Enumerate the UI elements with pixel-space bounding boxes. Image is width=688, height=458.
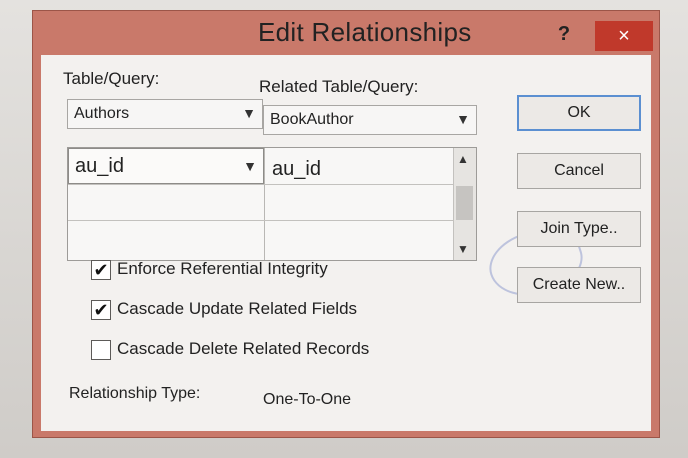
field-select-row-1[interactable]: au_id ▼ [68,148,264,184]
related-table-select[interactable]: BookAuthor ▼ [263,105,477,135]
close-button[interactable]: × [595,21,653,51]
up-arrow-icon[interactable]: ▲ [457,152,469,166]
chevron-down-icon: ▼ [456,111,470,127]
ok-button[interactable]: OK [517,95,641,131]
help-button[interactable]: ? [553,23,575,47]
edit-relationships-dialog: Edit Relationships ? × Table/Query: Rela… [32,10,660,438]
field-grid: au_id ▼ au_id ▲ ▼ [67,147,477,261]
scrollbar-thumb[interactable] [456,186,473,220]
dialog-body: Table/Query: Related Table/Query: Author… [41,55,651,431]
enforce-integrity-checkbox[interactable]: ✔ [91,260,111,280]
cascade-update-checkbox[interactable]: ✔ [91,300,111,320]
grid-row-divider [68,220,458,221]
checkmark-icon: ✔ [93,260,109,280]
checkmark-icon: ✔ [93,300,109,320]
grid-row-divider [68,184,458,185]
relationship-type-value: One-To-One [263,391,352,408]
table-select[interactable]: Authors ▼ [67,99,263,129]
chevron-down-icon: ▼ [243,158,257,174]
cascade-delete-checkbox[interactable] [91,340,111,360]
cascade-delete-label[interactable]: Cascade Delete Related Records [117,339,369,359]
join-type-button[interactable]: Join Type.. [517,211,641,247]
title-bar: Edit Relationships ? × [33,11,659,55]
enforce-integrity-label[interactable]: Enforce Referential Integrity [117,259,328,279]
down-arrow-icon[interactable]: ▼ [457,242,469,256]
grid-column-divider [264,148,265,260]
related-table-select-value: BookAuthor [270,111,354,128]
table-query-label: Table/Query: [63,69,160,88]
table-select-value: Authors [74,105,130,122]
chevron-down-icon: ▼ [242,105,256,121]
cancel-button[interactable]: Cancel [517,153,641,189]
related-table-query-label: Related Table/Query: [259,77,419,96]
relationship-type-label: Relationship Type: [69,385,201,402]
create-new-button[interactable]: Create New.. [517,267,641,303]
grid-row-1-right[interactable]: au_id [272,158,321,181]
cascade-update-label[interactable]: Cascade Update Related Fields [117,299,357,319]
grid-scrollbar[interactable]: ▲ ▼ [453,148,476,260]
grid-row-1-left: au_id [75,155,124,177]
dialog-title: Edit Relationships [258,17,472,47]
